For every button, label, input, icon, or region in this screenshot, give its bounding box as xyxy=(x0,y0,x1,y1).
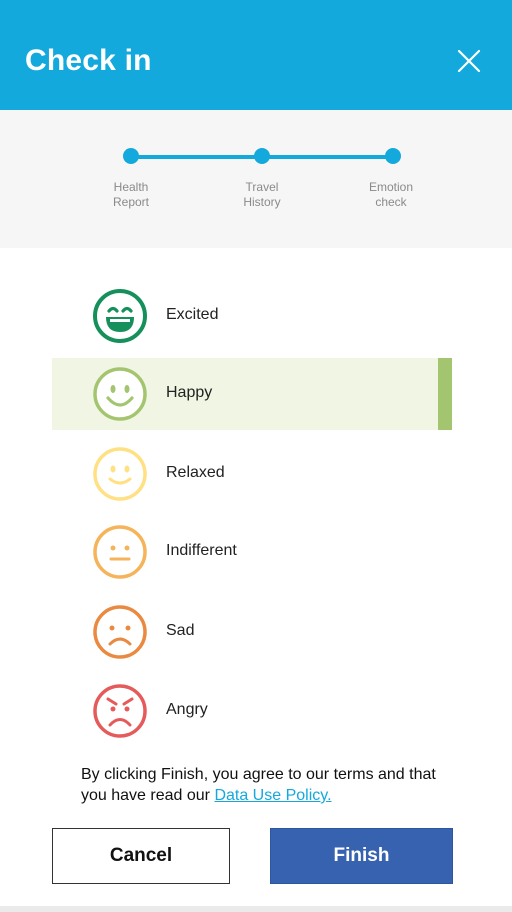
step-dot-health-report xyxy=(123,148,139,164)
step-label-health-report: Health Report xyxy=(112,180,150,209)
emotion-option-sad[interactable]: Sad xyxy=(52,596,452,668)
relaxed-face-icon xyxy=(93,447,147,501)
emotion-label-angry: Angry xyxy=(166,701,208,718)
page-title: Check in xyxy=(25,44,152,77)
emotion-label-relaxed: Relaxed xyxy=(166,464,225,481)
bottom-divider xyxy=(0,906,512,912)
step-dot-emotion-check xyxy=(385,148,401,164)
emotion-option-happy[interactable]: Happy xyxy=(52,358,452,430)
selected-indicator-bar xyxy=(438,358,452,430)
data-use-policy-link[interactable]: Data Use Policy. xyxy=(214,787,331,804)
finish-button[interactable]: Finish xyxy=(270,828,453,884)
emotion-label-happy: Happy xyxy=(166,384,213,401)
step-label-emotion-check: Emotion check xyxy=(368,180,414,209)
angry-face-icon xyxy=(93,684,147,738)
consent-text: By clicking Finish, you agree to our ter… xyxy=(81,764,441,806)
close-icon[interactable] xyxy=(454,46,484,76)
emotion-option-excited[interactable]: Excited xyxy=(52,280,452,352)
emotion-option-indifferent[interactable]: Indifferent xyxy=(52,516,452,588)
emotion-label-indifferent: Indifferent xyxy=(166,542,237,559)
header: Check in xyxy=(0,0,512,110)
excited-face-icon xyxy=(93,289,147,343)
emotion-option-angry[interactable]: Angry xyxy=(52,675,452,747)
emotion-label-excited: Excited xyxy=(166,306,219,323)
sad-face-icon xyxy=(93,605,147,659)
progress-stepper: Health Report Travel History Emotion che… xyxy=(0,110,512,248)
emotion-option-relaxed[interactable]: Relaxed xyxy=(52,438,452,510)
indifferent-face-icon xyxy=(93,525,147,579)
emotion-label-sad: Sad xyxy=(166,622,195,639)
cancel-button[interactable]: Cancel xyxy=(52,828,230,884)
step-label-travel-history: Travel History xyxy=(243,180,281,209)
happy-face-icon xyxy=(93,367,147,421)
step-dot-travel-history xyxy=(254,148,270,164)
